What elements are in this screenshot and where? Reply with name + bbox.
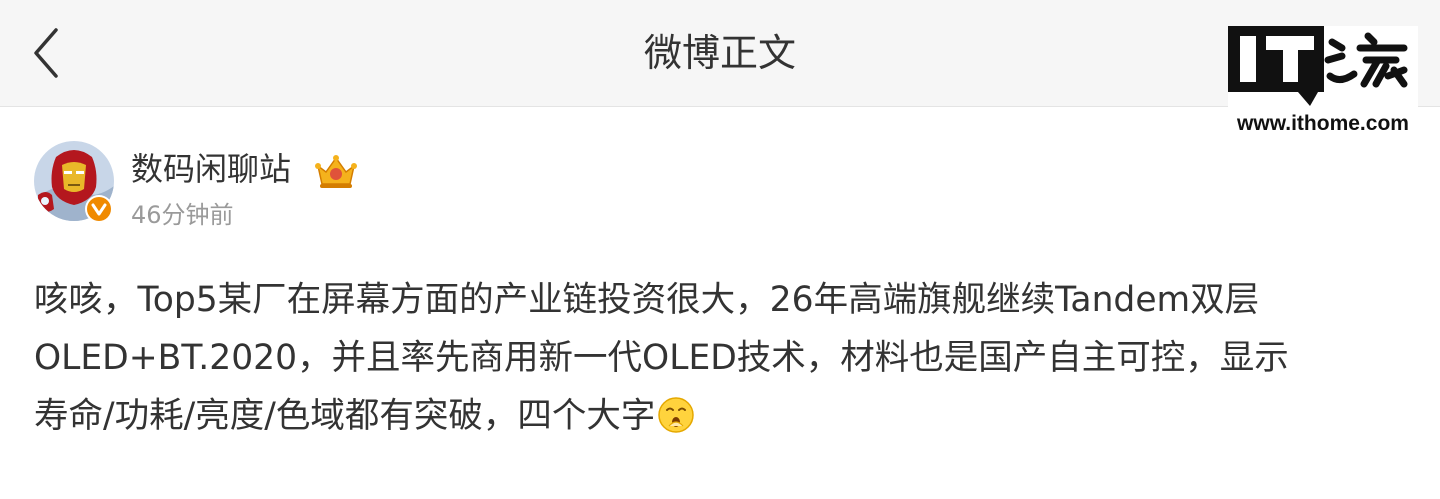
post-line-text: OLED+BT.2020，并且率先商用新一代OLED技术，材料也是国产自主可控，…: [34, 338, 1289, 378]
ithome-logo-icon: [1228, 26, 1408, 106]
post-time: 46分钟前: [131, 201, 234, 229]
crown-icon: [315, 155, 357, 188]
crown-badge[interactable]: [312, 152, 360, 190]
verified-v-icon: [85, 195, 113, 223]
page-title: 微博正文: [643, 31, 796, 75]
ithome-watermark: www.ithome.com: [1228, 26, 1418, 138]
post-line: 寿命/功耗/亮度/色域都有突破，四个大字: [34, 387, 1414, 445]
top-navbar: 微博正文: [0, 0, 1440, 107]
ithome-url: www.ithome.com: [1237, 112, 1409, 135]
verified-badge: [84, 194, 114, 224]
post-line: 咳咳，Top5某厂在屏幕方面的产业链投资很大，26年高端旗舰继续Tandem双层: [34, 280, 1260, 320]
post-line-text: 寿命/功耗/亮度/色域都有突破，四个大字: [34, 396, 656, 436]
post-line: OLED+BT.2020，并且率先商用新一代OLED技术，材料也是国产自主可控，…: [34, 329, 1414, 387]
shush-emoji-icon: [658, 397, 695, 433]
author-name[interactable]: 数码闲聊站: [131, 149, 291, 189]
post-text: 咳咳，Top5某厂在屏幕方面的产业链投资很大，26年高端旗舰继续Tandem双层…: [34, 271, 1414, 445]
